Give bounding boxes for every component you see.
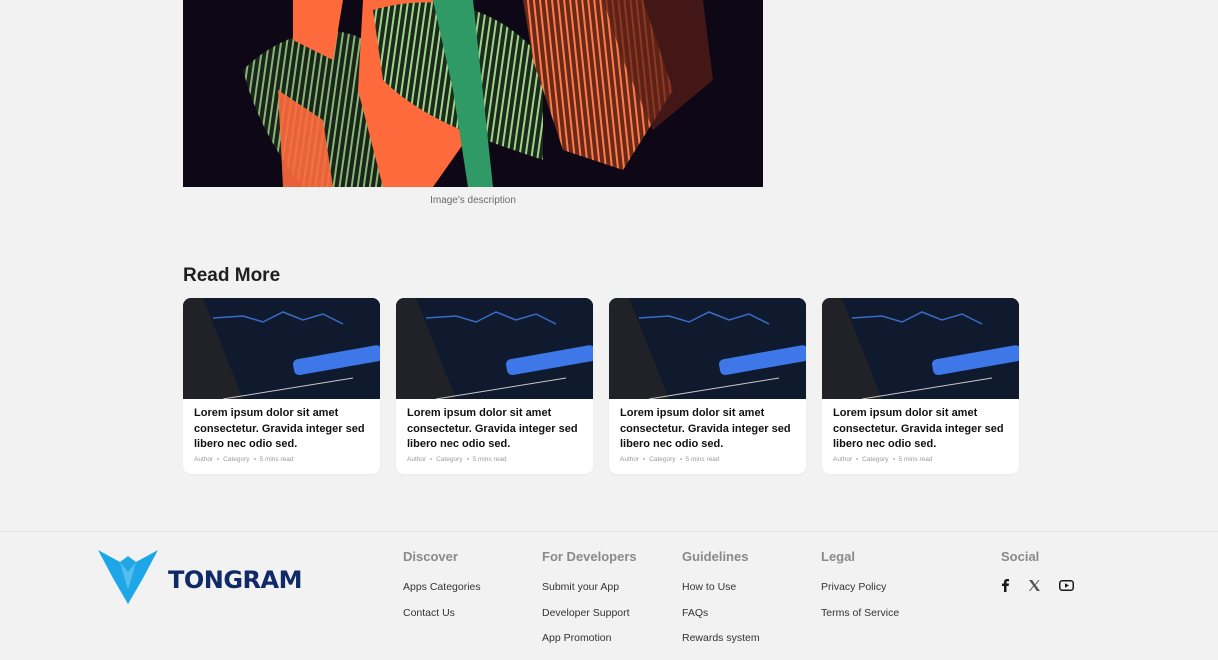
article-card[interactable]: Lorem ipsum dolor sit amet consectetur. … xyxy=(609,298,806,474)
article-category: Category xyxy=(649,455,676,463)
image-caption: Image's description xyxy=(430,195,516,206)
article-card[interactable]: Lorem ipsum dolor sit amet consectetur. … xyxy=(822,298,1019,474)
footer-heading-guidelines: Guidelines xyxy=(682,549,749,564)
article-meta: Author Category 5 mins read xyxy=(620,456,796,463)
logo-text: TONGRAM xyxy=(168,566,303,594)
footer-link-faqs[interactable]: FAQs xyxy=(682,607,760,619)
article-thumbnail xyxy=(396,298,593,399)
article-read-time: 5 mins read xyxy=(472,455,507,463)
separator-dot xyxy=(892,458,895,460)
footer-link-app-promotion[interactable]: App Promotion xyxy=(542,632,637,644)
footer-social: Social xyxy=(1001,549,1074,592)
article-title[interactable]: Lorem ipsum dolor sit amet consectetur. … xyxy=(833,406,1009,453)
article-read-time: 5 mins read xyxy=(685,455,720,463)
footer-link-terms-of-service[interactable]: Terms of Service xyxy=(821,607,899,619)
footer-heading-legal: Legal xyxy=(821,549,855,564)
footer-legal: Legal Privacy Policy Terms of Service xyxy=(821,549,899,632)
footer-link-contact-us[interactable]: Contact Us xyxy=(403,607,481,619)
youtube-icon[interactable] xyxy=(1059,580,1074,591)
separator-dot xyxy=(679,458,682,460)
separator-dot xyxy=(856,458,859,460)
article-author: Author xyxy=(194,455,214,463)
separator-dot xyxy=(466,458,469,460)
social-icons xyxy=(1001,579,1074,592)
footer-guidelines: Guidelines How to Use FAQs Rewards syste… xyxy=(682,549,760,658)
article-category: Category xyxy=(223,455,250,463)
article-card[interactable]: Lorem ipsum dolor sit amet consectetur. … xyxy=(396,298,593,474)
x-icon[interactable] xyxy=(1029,580,1040,591)
footer-link-submit-app[interactable]: Submit your App xyxy=(542,581,637,593)
separator-dot xyxy=(430,458,433,460)
footer-heading-developers: For Developers xyxy=(542,549,637,564)
read-more-cards: Lorem ipsum dolor sit amet consectetur. … xyxy=(183,298,1019,474)
article-title[interactable]: Lorem ipsum dolor sit amet consectetur. … xyxy=(407,406,583,453)
article-author: Author xyxy=(833,455,853,463)
logo-mark-icon xyxy=(98,550,158,604)
article-thumbnail xyxy=(609,298,806,399)
footer-link-privacy-policy[interactable]: Privacy Policy xyxy=(821,581,899,593)
article-meta: Author Category 5 mins read xyxy=(833,456,1009,463)
abstract-ribbons-art xyxy=(183,0,763,187)
facebook-icon[interactable] xyxy=(1001,579,1010,592)
footer-link-developer-support[interactable]: Developer Support xyxy=(542,607,637,619)
separator-dot xyxy=(217,458,220,460)
footer-heading-discover: Discover xyxy=(403,549,458,564)
article-meta: Author Category 5 mins read xyxy=(194,456,370,463)
article-thumbnail xyxy=(183,298,380,399)
separator-dot xyxy=(643,458,646,460)
separator-dot xyxy=(253,458,256,460)
footer-discover: Discover Apps Categories Contact Us xyxy=(403,549,481,632)
article-card[interactable]: Lorem ipsum dolor sit amet consectetur. … xyxy=(183,298,380,474)
footer-link-how-to-use[interactable]: How to Use xyxy=(682,581,760,593)
article-title[interactable]: Lorem ipsum dolor sit amet consectetur. … xyxy=(620,406,796,453)
article-title[interactable]: Lorem ipsum dolor sit amet consectetur. … xyxy=(194,406,370,453)
article-read-time: 5 mins read xyxy=(259,455,294,463)
article-thumbnail xyxy=(822,298,1019,399)
footer-developers: For Developers Submit your App Developer… xyxy=(542,549,637,658)
footer-link-apps-categories[interactable]: Apps Categories xyxy=(403,581,481,593)
tongram-logo[interactable]: TONGRAM xyxy=(98,550,303,604)
article-category: Category xyxy=(862,455,889,463)
article-author: Author xyxy=(620,455,640,463)
site-footer: TONGRAM Discover Apps Categories Contact… xyxy=(0,531,1218,660)
footer-heading-social: Social xyxy=(1001,549,1040,564)
read-more-heading: Read More xyxy=(183,265,281,286)
hero-image xyxy=(183,0,763,187)
article-meta: Author Category 5 mins read xyxy=(407,456,583,463)
footer-link-rewards-system[interactable]: Rewards system xyxy=(682,632,760,644)
article-read-time: 5 mins read xyxy=(898,455,933,463)
article-category: Category xyxy=(436,455,463,463)
article-author: Author xyxy=(407,455,427,463)
